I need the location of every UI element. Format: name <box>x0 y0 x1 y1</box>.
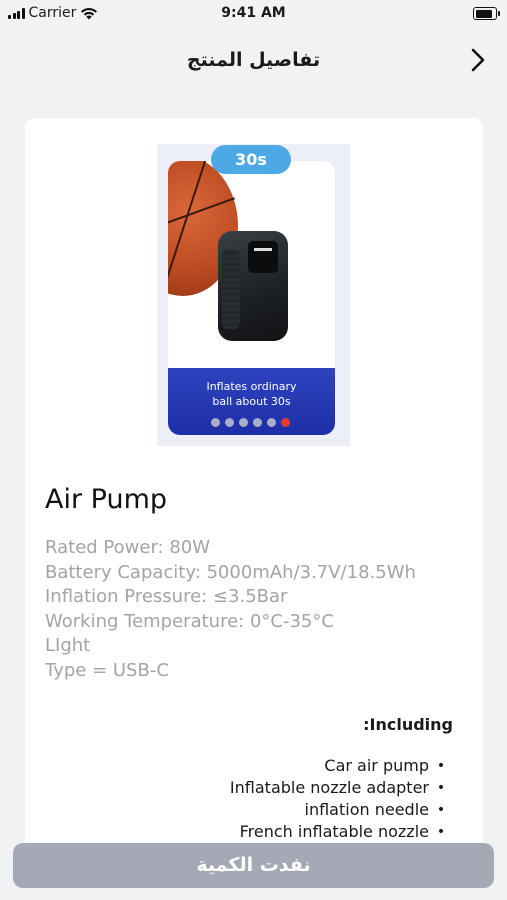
product-image: Inflates ordinary ball about 30s <box>168 161 335 435</box>
battery-icon <box>473 7 500 20</box>
carousel-dot[interactable] <box>239 418 248 427</box>
chevron-right-icon[interactable] <box>465 46 491 74</box>
spec-line: LIght <box>45 635 91 657</box>
including-list: Car air pump • Inflatable nozzle adapter •… <box>33 755 453 843</box>
carousel-dot[interactable] <box>267 418 276 427</box>
bullet-icon: • <box>436 780 446 796</box>
list-item: inflation needle • <box>33 799 453 821</box>
product-card: Inflates ordinary ball about 30s 30s Air… <box>25 118 483 858</box>
bullet-icon: • <box>436 802 446 818</box>
page-title: تفاصيل المنتج <box>186 49 321 71</box>
time-badge: 30s <box>211 145 291 174</box>
carousel-dots <box>211 418 290 427</box>
nav-bar: تفاصيل المنتج <box>0 36 507 84</box>
product-image-carousel[interactable]: Inflates ordinary ball about 30s 30s <box>157 144 350 446</box>
image-banner: Inflates ordinary ball about 30s <box>168 368 335 435</box>
spec-line: Rated Power: 80W <box>45 537 211 558</box>
carousel-dot[interactable] <box>225 418 234 427</box>
bullet-icon: • <box>436 824 446 840</box>
carousel-dot[interactable] <box>211 418 220 427</box>
list-item: Car air pump • <box>33 755 453 777</box>
status-bar: Carrier 9:41 AM <box>0 0 507 28</box>
carousel-dot[interactable] <box>253 418 262 427</box>
battery-fill <box>475 9 492 18</box>
list-item: French inflatable nozzle • <box>33 821 453 843</box>
spec-line: Battery Capacity: 5000mAh/3.7V/18.5Wh <box>45 561 416 583</box>
air-pump-image <box>218 231 288 341</box>
product-specs: Rated Power: 80W Battery Capacity: 5000m… <box>45 536 416 684</box>
banner-line-1: Inflates ordinary <box>206 380 297 393</box>
including-title: Including: <box>363 715 453 734</box>
spec-line: Working Temperature: 0°C-35°C <box>45 610 334 632</box>
bullet-icon: • <box>436 758 446 774</box>
status-time: 9:41 AM <box>221 5 286 21</box>
spec-line: Inflation Pressure: ≤3.5Bar <box>45 586 288 608</box>
banner-line-2: ball about 30s <box>212 395 291 408</box>
carousel-dot[interactable] <box>281 418 290 427</box>
spec-line: Type = USB-C <box>45 659 169 681</box>
product-name: Air Pump <box>45 484 168 515</box>
out-of-stock-button[interactable]: نفدت الكمية <box>13 843 494 888</box>
list-item: Inflatable nozzle adapter • <box>33 777 453 799</box>
